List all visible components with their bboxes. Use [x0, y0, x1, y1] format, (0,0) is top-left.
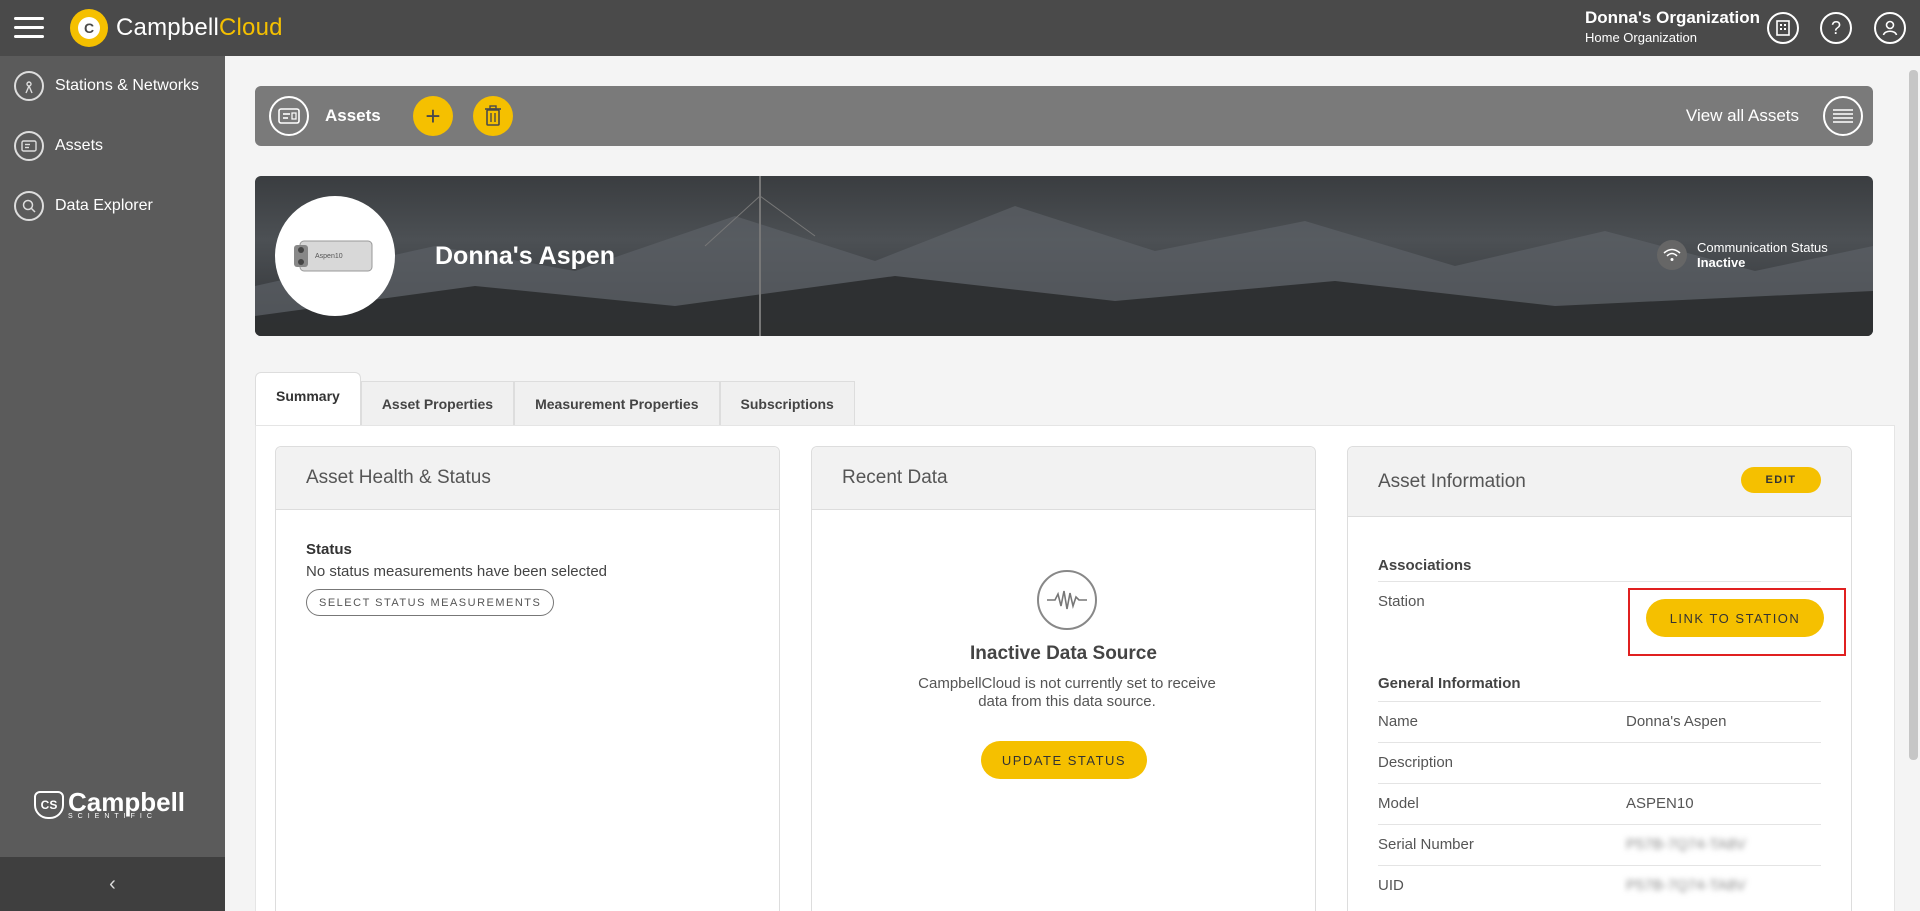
sidebar-item-data-explorer[interactable]: Data Explorer [0, 176, 225, 236]
table-row: Name Donna's Aspen [1378, 701, 1821, 742]
user-icon[interactable] [1874, 12, 1906, 44]
campbellcloud-logo[interactable]: C CampbellCloud [70, 9, 283, 47]
organization-icon[interactable] [1767, 12, 1799, 44]
card-title: Asset Health & Status [276, 447, 779, 510]
status-label: Status [306, 541, 352, 558]
asset-icon [269, 96, 309, 136]
inactive-data-source-text: CampbellCloud is not currently set to re… [918, 675, 1216, 710]
tab-summary[interactable]: Summary [255, 372, 361, 426]
scrollbar[interactable] [1906, 70, 1920, 770]
table-row: Description [1378, 742, 1821, 783]
top-bar: C CampbellCloud Donna's Organization Hom… [0, 0, 1920, 56]
brand-name: Campbell [68, 787, 186, 817]
toolbar-title: Assets [325, 106, 381, 125]
assets-toolbar: Assets + View all Assets [255, 86, 1873, 146]
table-row: Model ASPEN10 [1378, 783, 1821, 824]
table-row: UID P57B-7Q74-TA8V [1378, 865, 1821, 906]
associations-heading: Associations [1378, 557, 1472, 574]
asset-image: Aspen10 [275, 196, 395, 316]
sidebar-item-assets[interactable]: Assets [0, 116, 225, 176]
sidebar-item-label: Data Explorer [55, 197, 153, 214]
inactive-data-source-title: Inactive Data Source [970, 643, 1157, 664]
update-status-button[interactable]: UPDATE STATUS [981, 741, 1147, 779]
sidebar-item-label: Assets [55, 137, 104, 154]
organization-sub: Home Organization [1585, 30, 1697, 45]
tab-measurement-properties[interactable]: Measurement Properties [514, 381, 720, 426]
recent-data-card: Recent Data Inactive Data Source Campbel… [811, 446, 1316, 911]
search-icon [14, 191, 44, 221]
delete-asset-button[interactable] [473, 96, 513, 136]
organization-name: Donna's Organization [1585, 8, 1760, 27]
menu-icon[interactable] [14, 17, 44, 39]
asset-hero-banner: Aspen10 Donna's Aspen Communication Stat… [255, 176, 1873, 336]
waveform-icon [1037, 570, 1097, 630]
plus-icon: + [425, 100, 441, 131]
logo-text: CampbellCloud [116, 14, 283, 41]
help-icon[interactable]: ? [1820, 12, 1852, 44]
table-row: Serial Number P57B-7Q74-TA8V [1378, 824, 1821, 865]
status-text: No status measurements have been selecte… [306, 563, 608, 580]
campbell-shield-icon: CS [34, 790, 64, 819]
sidebar-item-stations-networks[interactable]: Stations & Networks [0, 56, 225, 116]
asset-information-card: Asset Information EDIT Associations Stat… [1347, 446, 1852, 911]
list-icon[interactable] [1823, 96, 1863, 136]
main-content: Assets + View all Assets Aspen10 Donna's… [225, 56, 1920, 911]
collapse-sidebar-button[interactable]: ‹ [0, 857, 225, 911]
station-label: Station [1378, 593, 1425, 610]
select-status-measurements-button[interactable]: SELECT STATUS MEASUREMENTS [306, 589, 555, 616]
asset-tabs: Summary Asset Properties Measurement Pro… [255, 372, 855, 426]
organization-switcher[interactable]: Donna's Organization Home Organization [1585, 8, 1760, 45]
campbell-scientific-logo: CS Campbell SCIENTIFIC [34, 789, 185, 820]
sidebar-item-label: Stations & Networks [55, 77, 200, 94]
asset-icon [14, 131, 44, 161]
asset-health-card: Asset Health & Status Status No status m… [275, 446, 780, 911]
tab-subscriptions[interactable]: Subscriptions [719, 381, 855, 426]
communication-status: Communication Status Inactive [1657, 240, 1828, 270]
wifi-icon [1657, 240, 1687, 270]
sidebar: Stations & Networks Assets Data Explorer… [0, 56, 225, 911]
highlight-box [1628, 588, 1846, 656]
add-asset-button[interactable]: + [413, 96, 453, 136]
asset-name-heading: Donna's Aspen [435, 242, 616, 270]
card-title: Recent Data [812, 447, 1315, 510]
tab-asset-properties[interactable]: Asset Properties [360, 381, 515, 426]
device-label: Aspen10 [315, 253, 343, 260]
antenna-icon [14, 71, 44, 101]
communication-status-value: Inactive [1697, 255, 1746, 270]
edit-button[interactable]: EDIT [1741, 467, 1821, 493]
general-information-heading: General Information [1378, 675, 1521, 692]
chevron-left-icon: ‹ [109, 872, 116, 895]
communication-status-label: Communication Status [1697, 240, 1828, 255]
view-all-assets-link[interactable]: View all Assets [1686, 106, 1799, 126]
logo-icon: C [70, 9, 108, 47]
trash-icon [485, 105, 501, 126]
